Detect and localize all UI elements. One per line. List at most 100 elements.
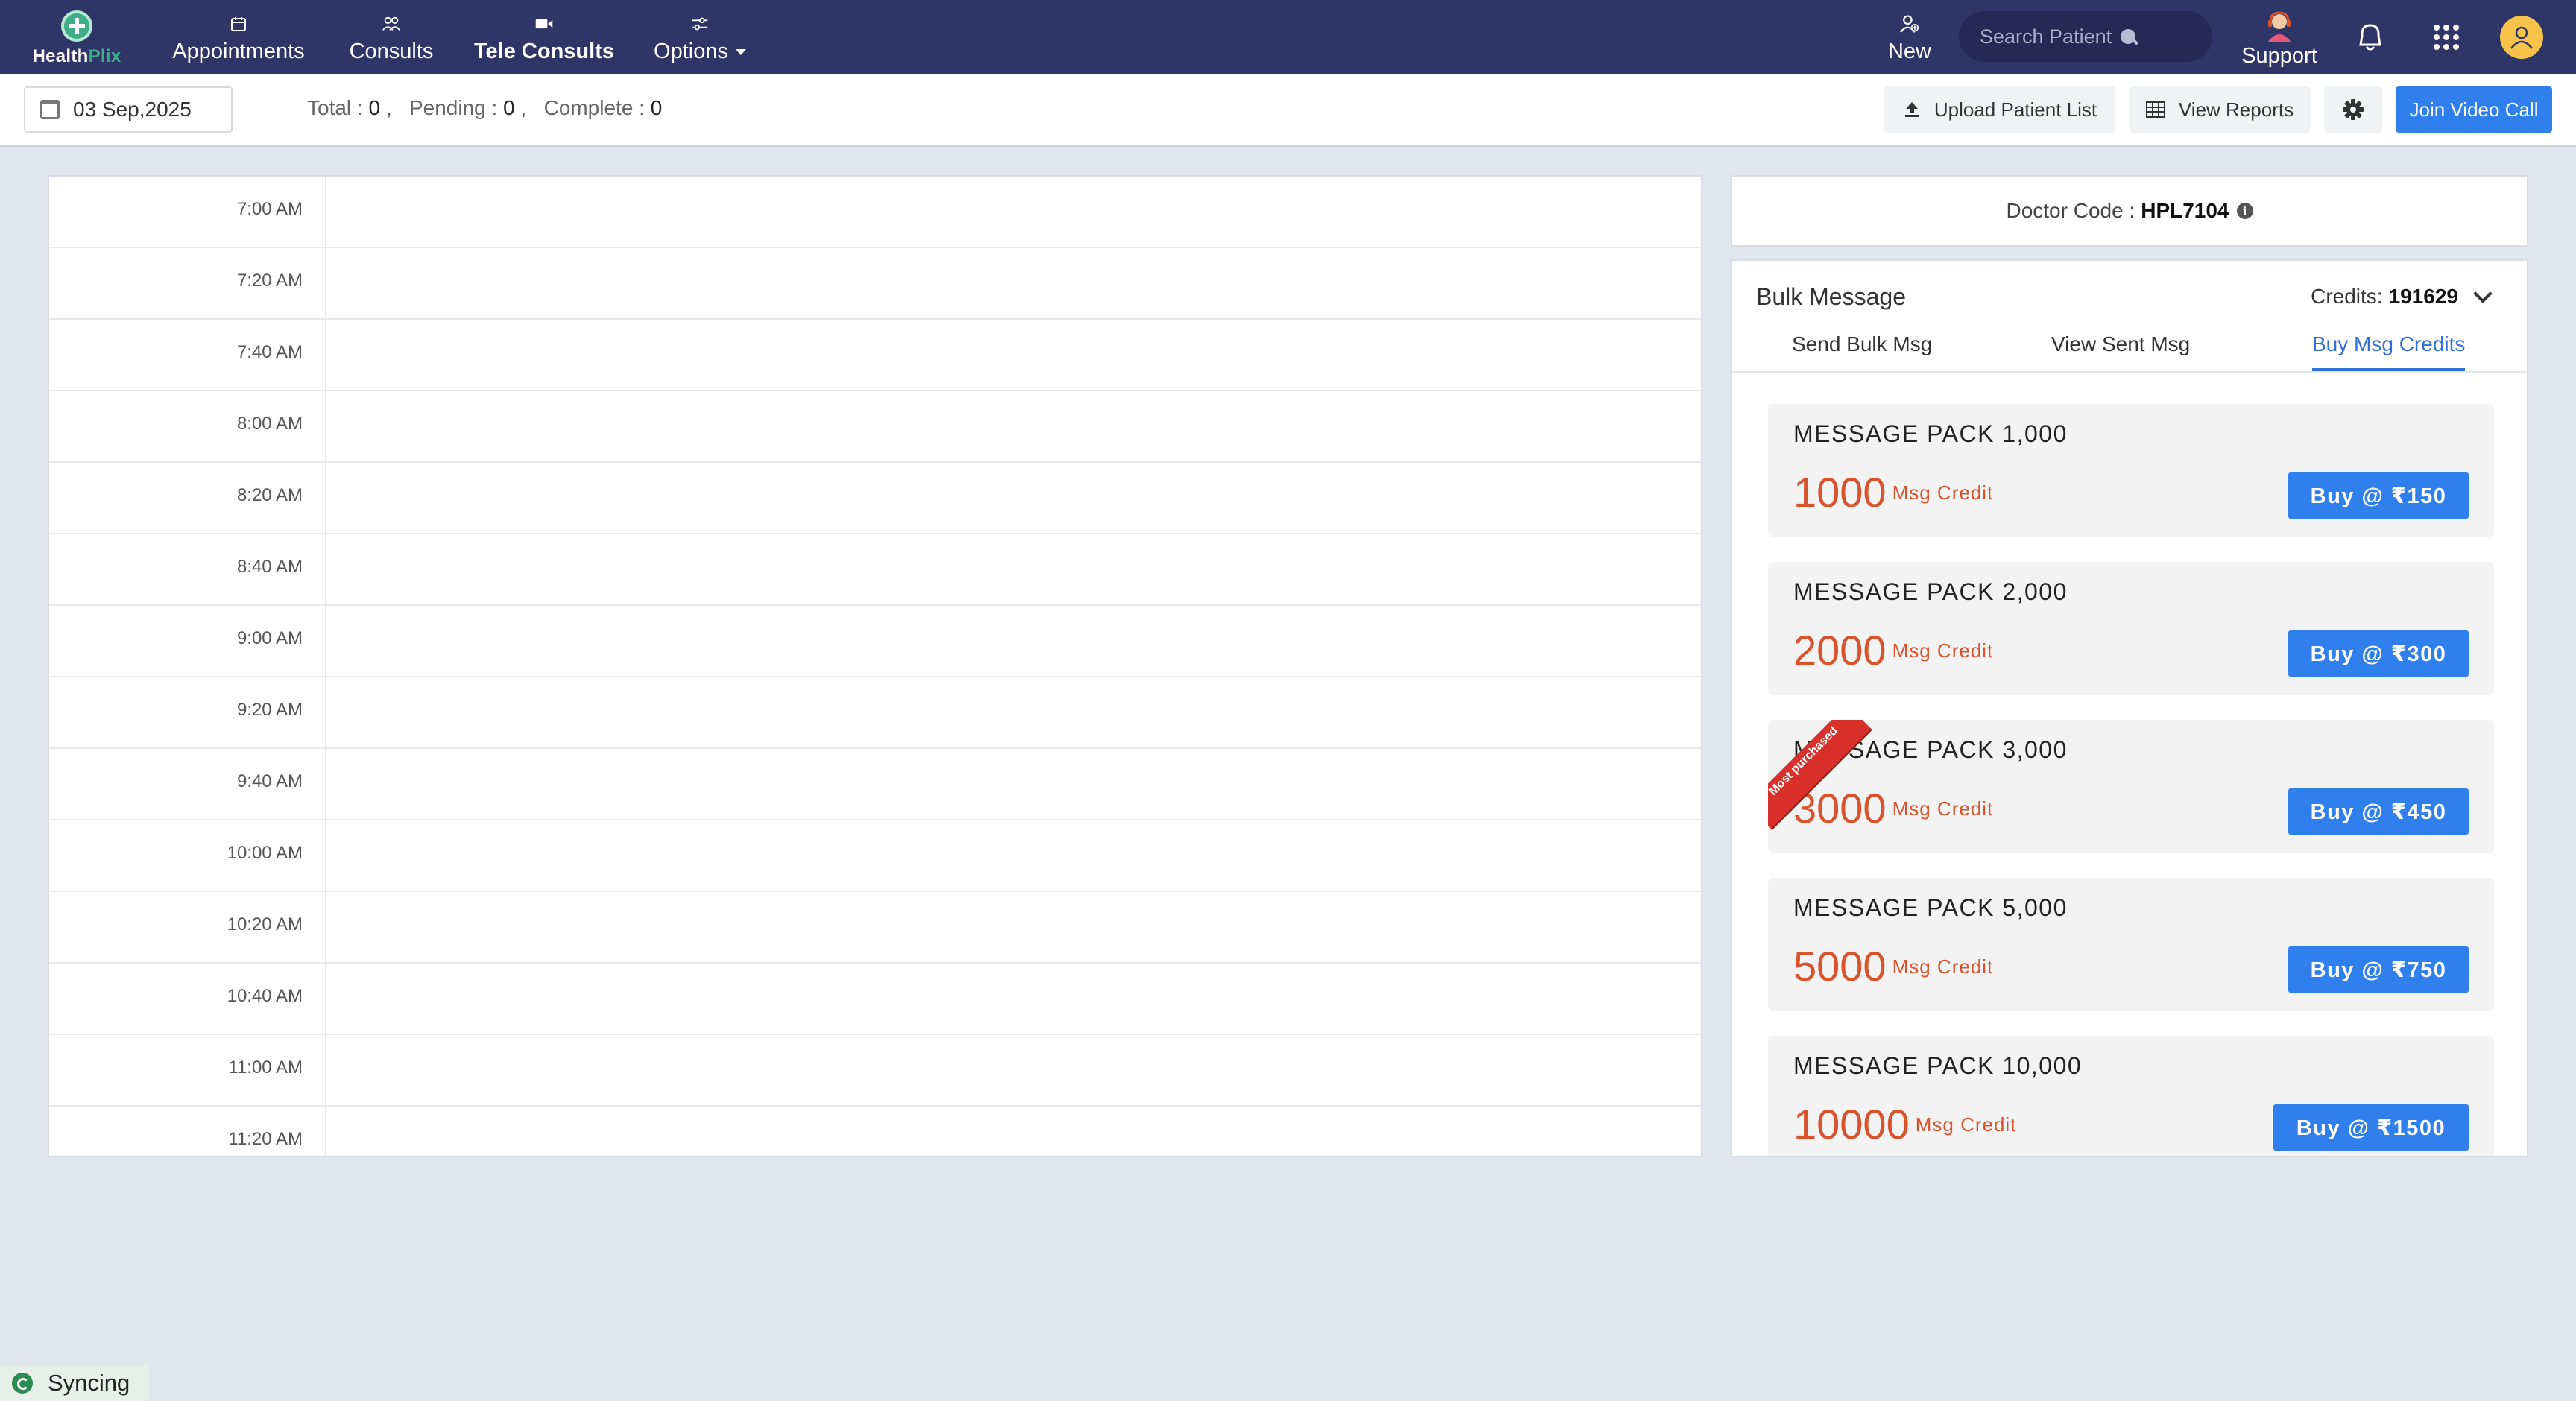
caret-down-icon [735,48,746,55]
date-picker[interactable]: 03 Sep,2025 [24,86,233,133]
pack-credit-amount: 10000 Msg Credit [1793,1100,2016,1148]
tab-buy-msg-credits[interactable]: Buy Msg Credits [2312,332,2466,371]
join-label: Join Video Call [2409,98,2539,121]
nav-appointments[interactable]: Appointments [170,9,307,69]
nav-consults[interactable]: Consults [343,9,440,69]
chevron-down-icon [2473,284,2493,303]
time-slot-label: 8:20 AM [236,485,303,505]
upload-patient-list-button[interactable]: Upload Patient List [1884,86,2115,133]
upload-label: Upload Patient List [1933,98,2097,121]
view-reports-button[interactable]: View Reports [2129,86,2311,133]
pack-credit-unit: Msg Credit [1915,1113,2017,1136]
time-slot-row[interactable]: 9:00 AM [49,606,1701,677]
credits-value: 191629 [2388,285,2458,308]
info-icon[interactable]: i [2236,203,2253,219]
avatar[interactable] [2500,16,2543,59]
doctor-code-value: HPL7104 [2141,199,2229,222]
pack-credit-amount: 5000 Msg Credit [1793,942,1993,990]
pack-name: MESSAGE PACK 10,000 [1793,1052,2083,1079]
settings-button[interactable] [2324,86,2382,133]
time-slot-row[interactable]: 8:00 AM [49,391,1701,463]
tab-send-bulk-msg[interactable]: Send Bulk Msg [1792,332,1932,368]
upload-icon [1903,101,1921,118]
bell-icon[interactable] [2355,21,2385,54]
time-slot-row[interactable]: 9:20 AM [49,677,1701,749]
new-patient-button[interactable]: New [1878,9,1941,69]
pack-credit-number: 2000 [1793,627,1887,674]
buy-pack-button[interactable]: Buy @ ₹750 [2288,946,2469,993]
time-slot-row[interactable]: 10:40 AM [49,964,1701,1035]
time-slot-row[interactable]: 8:20 AM [49,463,1701,534]
bulk-message-title: Bulk Message [1756,283,1906,310]
search-placeholder: Search Patient [1980,25,2112,48]
user-icon [2510,26,2533,49]
buy-pack-button[interactable]: Buy @ ₹1500 [2273,1104,2469,1151]
message-pack-card: MESSAGE PACK 3,000 3000 Msg Credit Buy @ ₹4… [1768,720,2494,853]
message-pack-card: MESSAGE PACK 1,000 1000 Msg Credit Buy @ ₹1… [1768,404,2494,537]
time-slot-row[interactable]: 9:40 AM [49,749,1701,820]
time-slot-row[interactable]: 8:40 AM [49,534,1701,606]
time-slot-label: 10:00 AM [227,843,303,863]
time-slot-row[interactable]: 11:20 AM [49,1107,1701,1156]
pack-credit-unit: Msg Credit [1892,481,1994,504]
tab-view-sent-msg[interactable]: View Sent Msg [2051,332,2190,368]
pack-credit-amount: 3000 Msg Credit [1793,784,1993,832]
appointment-stats: Total : 0 , Pending : 0 , Complete : 0 [307,96,663,119]
message-pack-card: MESSAGE PACK 2,000 2000 Msg Credit Buy @ ₹3… [1768,562,2494,695]
credits-toggle[interactable]: Credits: 191629 [2311,284,2493,309]
time-slot-row[interactable]: 10:00 AM [49,820,1701,892]
sync-icon [12,1373,33,1394]
support-agent-icon [2263,10,2296,42]
pack-credit-unit: Msg Credit [1892,955,1994,978]
search-icon [2121,29,2136,44]
support-button[interactable]: Support [2229,9,2330,69]
new-label: New [1887,39,1931,63]
doctor-code-card: Doctor Code : HPL7104 i [1731,175,2528,247]
support-label: Support [2241,43,2317,68]
reports-label: View Reports [2178,98,2294,121]
time-slot-row[interactable]: 7:20 AM [49,248,1701,320]
apps-grid-icon[interactable] [2431,22,2461,52]
doctor-code-label: Doctor Code : [2006,199,2135,222]
toolbar: 03 Sep,2025 Total : 0 , Pending : 0 , Co… [0,74,2576,147]
time-slot-row[interactable]: 7:00 AM [49,177,1701,248]
logo-icon [61,10,92,42]
message-pack-card: MESSAGE PACK 10,000 10000 Msg Credit Buy @ … [1768,1036,2494,1156]
time-slot-row[interactable]: 10:20 AM [49,892,1701,964]
time-slot-label: 10:40 AM [227,986,303,1006]
pack-name: MESSAGE PACK 1,000 [1793,420,2068,447]
pack-credit-number: 1000 [1793,469,1887,516]
nav-options[interactable]: Options [644,9,756,69]
pack-credit-amount: 1000 Msg Credit [1793,468,1993,516]
buy-pack-button[interactable]: Buy @ ₹150 [2288,472,2469,519]
time-slot-label: 9:40 AM [236,771,303,791]
time-slot-row[interactable]: 11:00 AM [49,1035,1701,1107]
buy-pack-button[interactable]: Buy @ ₹300 [2288,630,2469,677]
credits-label: Credits: [2311,285,2383,308]
nav-tele-consults-label: Tele Consults [474,39,614,63]
calendar-icon [40,100,60,119]
nav-tele-consults[interactable]: Tele Consults [470,9,619,69]
gear-icon [2343,99,2364,120]
buy-pack-button[interactable]: Buy @ ₹450 [2288,788,2469,835]
time-slot-label: 7:40 AM [236,342,303,362]
selected-date: 03 Sep,2025 [73,98,192,121]
nav-options-label: Options [654,39,728,63]
pack-credit-number: 5000 [1793,943,1887,990]
pack-credit-number: 10000 [1793,1101,1910,1148]
video-camera-icon [534,14,554,34]
time-slot-label: 9:00 AM [236,628,303,648]
pack-name: MESSAGE PACK 5,000 [1793,894,2068,921]
healthplix-logo[interactable]: HealthPlix [28,6,125,70]
add-user-icon [1900,14,1919,34]
table-icon [2145,101,2165,118]
join-video-call-button[interactable]: Join Video Call [2396,86,2552,133]
time-slot-row[interactable]: 7:40 AM [49,320,1701,391]
time-slot-label: 11:20 AM [228,1129,303,1149]
time-slot-label: 11:00 AM [228,1057,303,1078]
time-slot-label: 9:20 AM [236,700,303,720]
top-navbar: HealthPlix Appointments Consults Tele Co… [0,0,2576,74]
nav-consults-label: Consults [349,39,434,63]
nav-appointments-label: Appointments [172,39,305,63]
search-patient-input[interactable]: Search Patient [1959,11,2212,62]
